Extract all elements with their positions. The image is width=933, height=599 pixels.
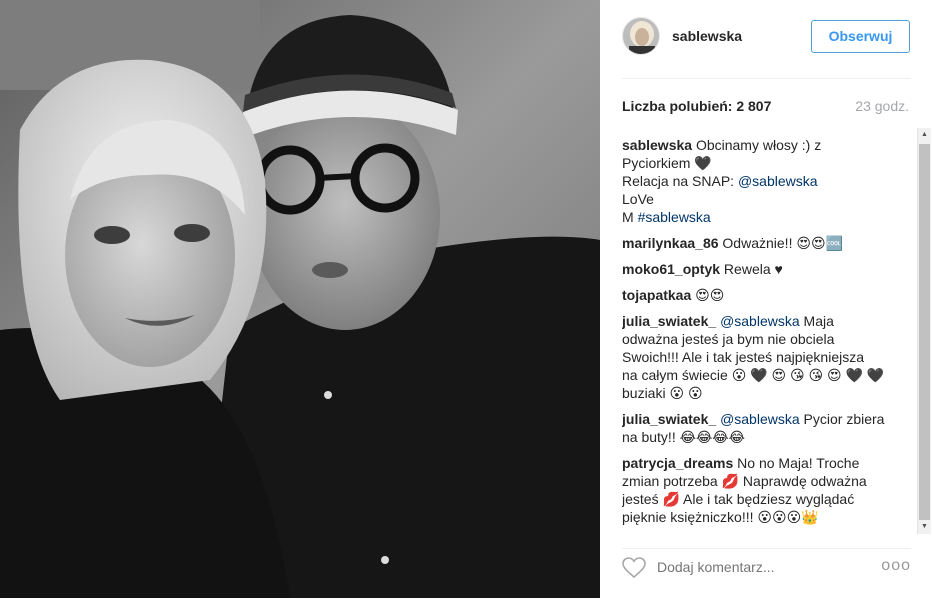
scrollbar-thumb[interactable]	[919, 144, 930, 520]
comment-item: moko61_optyk Rewela ♥	[622, 260, 914, 278]
comment-author[interactable]: moko61_optyk	[622, 261, 720, 277]
comment-author[interactable]: marilynkaa_86	[622, 235, 719, 251]
instagram-post: sablewska Obserwuj Liczba polubień: 2 80…	[0, 0, 933, 598]
user-mention-link[interactable]: @sablewska	[720, 313, 800, 329]
comment-author[interactable]: tojapatkaa	[622, 287, 691, 303]
more-options-icon[interactable]: ooo	[881, 557, 911, 575]
comments-list: sablewska Obcinamy włosy :) z Pyciorkiem…	[622, 136, 914, 528]
comment-text: pozdrawiam 👑😮	[702, 527, 816, 528]
scroll-up-arrow-icon[interactable]: ▲	[918, 128, 931, 142]
user-mention-link[interactable]: @sablewska	[622, 527, 702, 528]
comment-author[interactable]: sablewska	[622, 137, 692, 153]
comments-scrollbar[interactable]: ▲ ▼	[917, 128, 931, 534]
post-sidebar: sablewska Obserwuj Liczba polubień: 2 80…	[600, 0, 933, 598]
post-timestamp[interactable]: 23 godz.	[855, 98, 909, 114]
post-photo[interactable]	[0, 0, 600, 598]
avatar[interactable]	[622, 17, 660, 55]
comment-text: Rewela ♥	[720, 261, 783, 277]
add-comment-input[interactable]	[657, 557, 857, 577]
hashtag-link[interactable]: #sablewska	[638, 209, 711, 225]
comment-item: julia_swiatek_ @sablewska Pycior zbiera …	[622, 410, 914, 446]
comment-author[interactable]: patrycja_dreams	[622, 455, 733, 471]
photo-illustration	[0, 0, 600, 598]
user-mention-link[interactable]: @sablewska	[720, 411, 800, 427]
comment-item: julia_swiatek_ @sablewska Maja odważna j…	[622, 312, 914, 402]
like-count[interactable]: Liczba polubień: 2 807	[622, 98, 771, 114]
user-mention-link[interactable]: @sablewska	[738, 173, 818, 189]
comment-text: Odważnie!! 😍😍🆒	[718, 235, 843, 251]
comment-item: sablewska Obcinamy włosy :) z Pyciorkiem…	[622, 136, 914, 226]
comment-author[interactable]: julia_swiatek_	[622, 313, 716, 329]
post-header: sablewska Obserwuj	[622, 0, 911, 79]
comment-item: tojapatkaa 😍😍	[622, 286, 914, 304]
comment-item: marilynkaa_86 Odważnie!! 😍😍🆒	[622, 234, 914, 252]
scroll-down-arrow-icon[interactable]: ▼	[918, 520, 931, 534]
avatar-icon	[623, 18, 659, 54]
post-footer: ooo	[622, 548, 911, 599]
comment-item: patrycja_dreams No no Maja! Troche zmian…	[622, 454, 914, 528]
comment-text: 😍😍	[691, 287, 725, 303]
follow-button[interactable]: Obserwuj	[811, 20, 910, 53]
post-username[interactable]: sablewska	[672, 28, 742, 44]
post-stats: Liczba polubień: 2 807 23 godz.	[622, 78, 911, 128]
heart-icon[interactable]	[622, 557, 646, 579]
comment-author[interactable]: julia_swiatek_	[622, 411, 716, 427]
